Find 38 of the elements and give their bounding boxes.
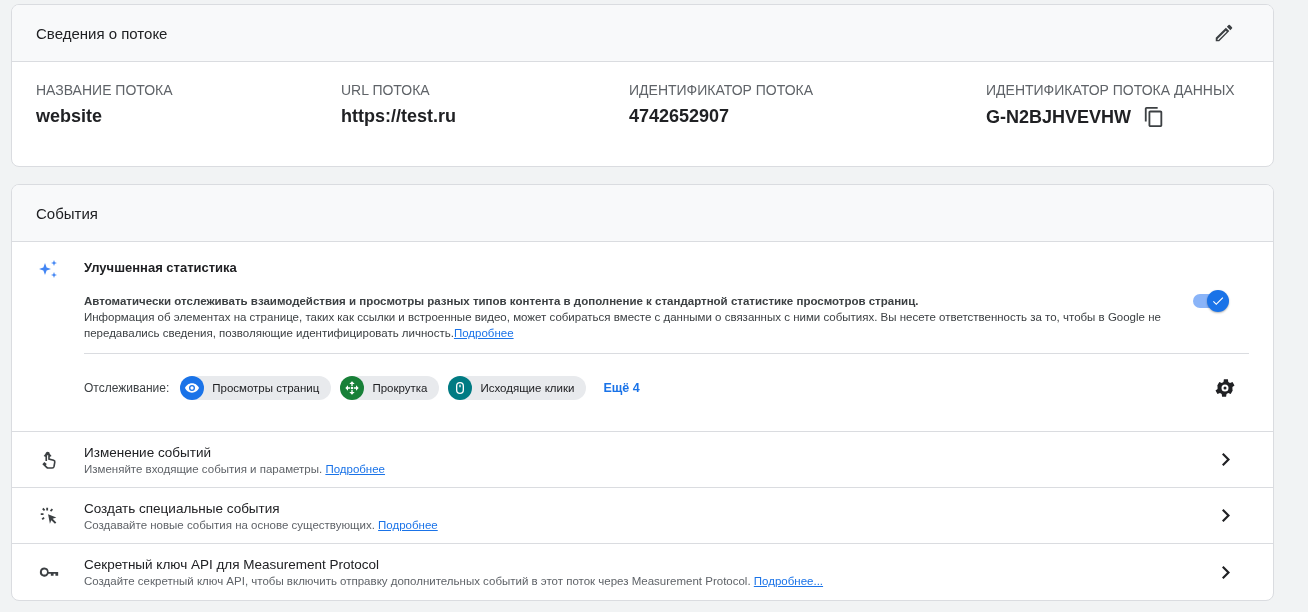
row-description: Создайте секретный ключ API, чтобы включить отправку дополнительных событий в этот поток через Measurement Protocol. Подробнее... xyxy=(84,575,825,587)
chevron-right-icon xyxy=(1222,565,1230,579)
tracking-chip: Прокрутка xyxy=(340,376,440,400)
row-description: Изменяйте входящие события и параметры. Подробнее xyxy=(84,462,386,475)
field-label: НАЗВАНИЕ ПОТОКА xyxy=(36,82,174,98)
field-value: G-N2BJHVEVHW xyxy=(986,106,1132,128)
learn-more-link[interactable]: Подробнее xyxy=(378,518,438,531)
settings-icon[interactable] xyxy=(1213,376,1237,400)
tracking-label: Отслеживание: xyxy=(84,381,170,395)
learn-more-link[interactable]: Подробнее xyxy=(453,327,514,339)
tracking-chip: Исходящие клики xyxy=(448,376,587,400)
toggle-switch[interactable] xyxy=(1193,290,1229,312)
row-title: Секретный ключ API для Measurement Protocol xyxy=(84,557,381,572)
row-title: Создать специальные события xyxy=(84,500,281,516)
card-title: События xyxy=(36,204,99,222)
field-label: ИДЕНТИФИКАТОР ПОТОКА ДАННЫХ xyxy=(986,82,1236,98)
check-icon xyxy=(1211,294,1225,308)
tracking-chip: Просмотры страниц xyxy=(180,376,332,400)
field-value: 4742652907 xyxy=(629,106,730,127)
chevron-right-icon xyxy=(1222,509,1230,522)
learn-more-link[interactable]: Подробнее... xyxy=(753,575,824,587)
more-link[interactable]: Ещё 4 xyxy=(603,381,640,395)
edit-icon[interactable] xyxy=(1213,22,1235,44)
settings-row[interactable]: Изменение событий Изменяйте входящие события и параметры. Подробнее xyxy=(12,432,1273,488)
field-label: ИДЕНТИФИКАТОР ПОТОКА xyxy=(629,82,814,98)
section-title: Улучшенная статистика xyxy=(84,260,238,275)
description-text: Автоматически отслеживать взаимодействия и просмотры разных типов контента в дополнение к стандартной статистике просмотров страниц. xyxy=(84,294,920,309)
settings-row[interactable]: Создать специальные события Создавайте новые события на основе существующих. Подробнее xyxy=(12,488,1273,544)
info-text: Информация об элементах на странице, таких как ссылки и встроенные видео, может собираться вместе с данными о связанных с ними событиях. Вы несете ответственность за то, чтобы в Google не передавались сведения, позволяющие идентифицировать личность.Подробнее xyxy=(84,310,1162,341)
chevron-right-icon xyxy=(1222,453,1230,466)
row-description: Создавайте новые события на основе существующих. Подробнее xyxy=(84,518,439,531)
settings-row[interactable]: Секретный ключ API для Measurement Protocol Создайте секретный ключ API, чтобы включить отправку дополнительных событий в этот поток через Measurement Protocol. Подробнее... xyxy=(12,544,1273,600)
field-value: website xyxy=(36,106,103,127)
field-value: https://test.ru xyxy=(341,106,456,127)
card-title: Сведения о потоке xyxy=(36,24,169,42)
row-title: Изменение событий xyxy=(84,444,212,460)
field-label: URL ПОТОКА xyxy=(341,82,431,98)
learn-more-link[interactable]: Подробнее xyxy=(325,462,385,475)
